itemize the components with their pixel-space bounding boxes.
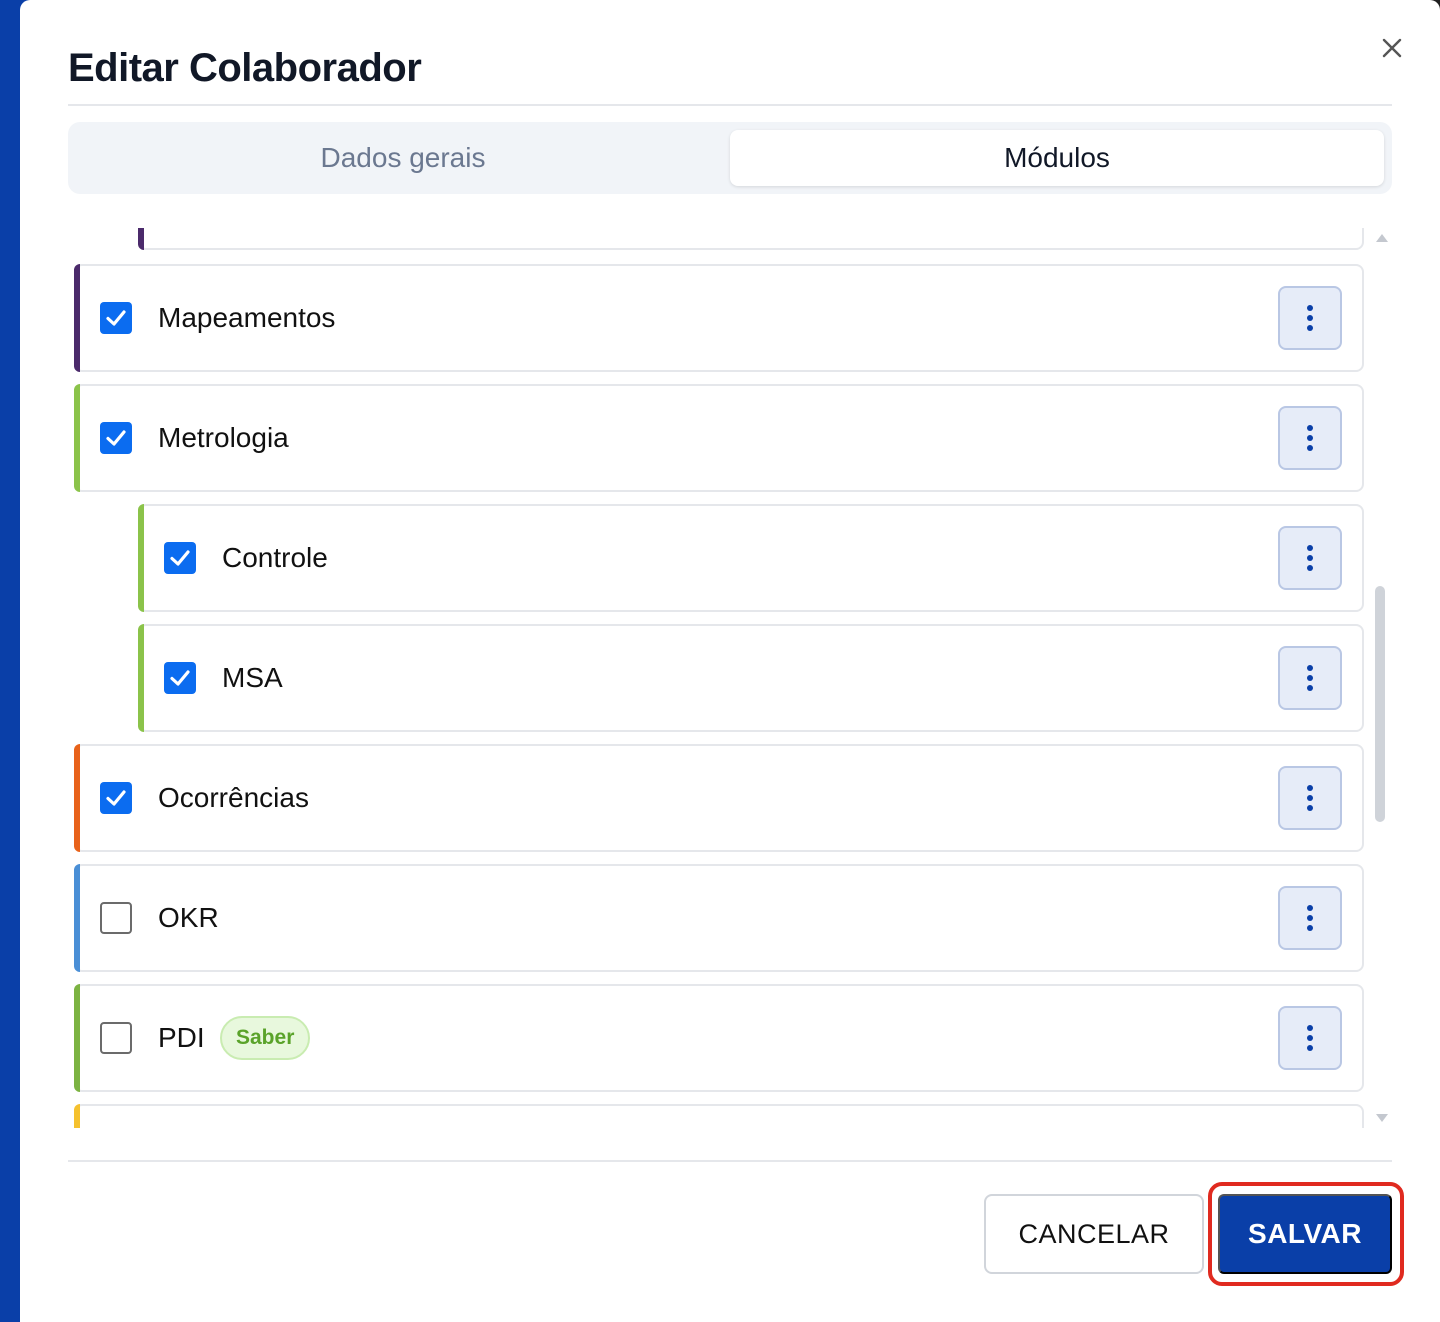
- module-label: Mapeamentos: [158, 302, 336, 333]
- footer-divider: [68, 1160, 1392, 1162]
- more-vertical-icon: [1307, 1025, 1313, 1051]
- module-accent: [138, 504, 144, 612]
- check-icon: [106, 310, 126, 326]
- module-checkbox[interactable]: [100, 902, 132, 934]
- close-button[interactable]: [1376, 30, 1408, 66]
- module-label: Metrologia: [158, 422, 289, 453]
- module-checkbox[interactable]: [100, 422, 132, 454]
- more-vertical-icon: [1307, 545, 1313, 571]
- close-icon: [1382, 38, 1402, 58]
- module-row-msa: MSA: [138, 624, 1364, 732]
- module-row-ocorrencias: Ocorrências: [74, 744, 1364, 852]
- module-menu-button[interactable]: [1278, 406, 1342, 470]
- more-vertical-icon: [1307, 785, 1313, 811]
- more-vertical-icon: [1307, 905, 1313, 931]
- check-icon: [106, 430, 126, 446]
- module-menu-button[interactable]: [1278, 646, 1342, 710]
- module-checkbox[interactable]: [164, 662, 196, 694]
- module-checkbox[interactable]: [100, 1022, 132, 1054]
- scroll-down-icon[interactable]: [1376, 1114, 1388, 1122]
- module-row-pdi: PDI Saber: [74, 984, 1364, 1092]
- module-label: Controle: [222, 542, 328, 573]
- module-label: MSA: [222, 662, 283, 693]
- module-row-partial-top: [138, 228, 1364, 250]
- module-accent: [74, 384, 80, 492]
- module-accent: [74, 984, 80, 1092]
- scrollbar-thumb[interactable]: [1375, 586, 1385, 822]
- tab-bar: Dados gerais Módulos: [68, 122, 1392, 194]
- check-icon: [170, 670, 190, 686]
- more-vertical-icon: [1307, 425, 1313, 451]
- module-menu-button[interactable]: [1278, 886, 1342, 950]
- module-accent: [74, 1104, 80, 1128]
- check-icon: [170, 550, 190, 566]
- dialog-title: Editar Colaborador: [68, 46, 422, 90]
- more-vertical-icon: [1307, 305, 1313, 331]
- module-menu-button[interactable]: [1278, 1006, 1342, 1070]
- title-divider: [68, 104, 1392, 106]
- module-label: Ocorrências: [158, 782, 309, 813]
- module-accent: [138, 624, 144, 732]
- plan-badge: Saber: [220, 1016, 311, 1060]
- module-list[interactable]: Mapeamentos Metrologia Controle MSA Ocor…: [68, 228, 1392, 1128]
- module-menu-button[interactable]: [1278, 766, 1342, 830]
- module-list-scrollbar[interactable]: [1372, 228, 1392, 1128]
- module-accent: [74, 744, 80, 852]
- module-menu-button[interactable]: [1278, 286, 1342, 350]
- module-checkbox[interactable]: [100, 302, 132, 334]
- module-row-controle: Controle: [138, 504, 1364, 612]
- check-icon: [106, 790, 126, 806]
- module-row-okr: OKR: [74, 864, 1364, 972]
- save-button[interactable]: SALVAR: [1218, 1194, 1392, 1274]
- module-row-mapeamentos: Mapeamentos: [74, 264, 1364, 372]
- module-label: PDI: [158, 1022, 205, 1053]
- module-accent: [74, 864, 80, 972]
- module-row-metrologia: Metrologia: [74, 384, 1364, 492]
- module-accent: [138, 228, 144, 250]
- tab-dados-gerais[interactable]: Dados gerais: [76, 130, 730, 186]
- module-label: OKR: [158, 902, 219, 933]
- more-vertical-icon: [1307, 665, 1313, 691]
- cancel-button[interactable]: CANCELAR: [984, 1194, 1204, 1274]
- tab-modulos[interactable]: Módulos: [730, 130, 1384, 186]
- module-checkbox[interactable]: [100, 782, 132, 814]
- edit-collaborator-dialog: Editar Colaborador Dados gerais Módulos …: [20, 0, 1440, 1322]
- module-accent: [74, 264, 80, 372]
- module-menu-button[interactable]: [1278, 526, 1342, 590]
- module-row-partial-bottom: [74, 1104, 1364, 1128]
- scroll-up-icon[interactable]: [1376, 234, 1388, 242]
- module-checkbox[interactable]: [164, 542, 196, 574]
